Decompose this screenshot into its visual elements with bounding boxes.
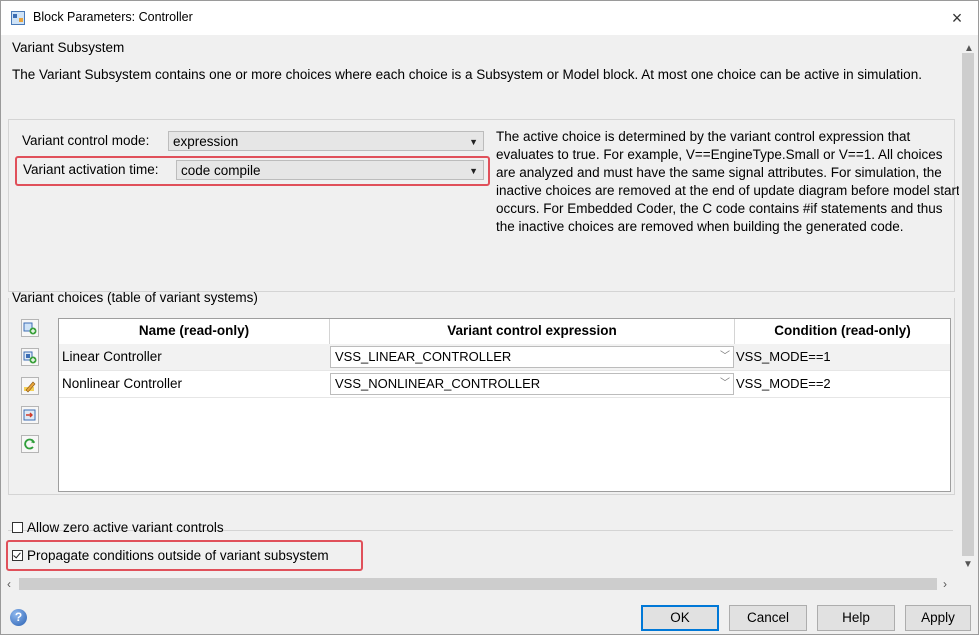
column-header-expression: Variant control expression (447, 323, 617, 338)
row-name: Nonlinear Controller (62, 376, 183, 391)
title-bar: Block Parameters: Controller × (1, 1, 978, 35)
table-row[interactable]: Nonlinear Controller VSS_NONLINEAR_CONTR… (59, 371, 950, 398)
scroll-left-icon[interactable]: ‹ (7, 577, 11, 591)
table-row[interactable]: Linear Controller VSS_LINEAR_CONTROLLER … (59, 344, 950, 371)
horizontal-scroll-thumb[interactable] (19, 578, 937, 590)
add-subsystem-choice-button[interactable] (21, 319, 39, 337)
ok-button[interactable]: OK (641, 605, 719, 631)
cancel-button[interactable]: Cancel (729, 605, 807, 631)
help-icon[interactable]: ? (10, 609, 27, 626)
allow-zero-checkbox[interactable] (12, 522, 23, 533)
vertical-scroll-thumb[interactable] (962, 53, 974, 556)
apply-button[interactable]: Apply (905, 605, 971, 631)
control-mode-value: expression (173, 134, 239, 149)
refresh-icon (24, 438, 35, 450)
window-title: Block Parameters: Controller (33, 10, 193, 24)
add-model-choice-icon (23, 351, 37, 364)
variant-choices-table: Name (read-only) Variant control express… (58, 318, 951, 492)
dialog-content: Variant Subsystem The Variant Subsystem … (1, 35, 960, 576)
horizontal-scrollbar[interactable]: ‹ › (1, 576, 959, 593)
help-text: The active choice is determined by the v… (496, 129, 960, 234)
row-condition: VSS_MODE==2 (736, 376, 831, 391)
description-text: The Variant Subsystem contains one or mo… (12, 67, 922, 82)
refresh-button[interactable] (21, 435, 39, 453)
column-header-name: Name (read-only) (138, 323, 250, 338)
control-mode-label: Variant control mode: (22, 133, 150, 148)
expression-dropdown[interactable]: VSS_LINEAR_CONTROLLER ﹀ (330, 346, 734, 368)
expression-value: VSS_LINEAR_CONTROLLER (335, 349, 512, 364)
open-choice-icon (23, 409, 36, 421)
open-choice-button[interactable] (21, 406, 39, 424)
button-bar: ? OK Cancel Help Apply (1, 593, 978, 634)
allow-zero-option[interactable]: Allow zero active variant controls (12, 520, 224, 535)
table-header: Name (read-only) Variant control express… (59, 319, 950, 345)
help-button[interactable]: Help (817, 605, 895, 631)
block-parameters-dialog: Block Parameters: Controller × Variant S… (0, 0, 979, 635)
column-divider (734, 319, 735, 344)
control-mode-dropdown[interactable]: expression ▼ (168, 131, 484, 151)
edit-choice-icon (24, 381, 36, 393)
row-condition: VSS_MODE==1 (736, 349, 831, 364)
edit-choice-button[interactable] (21, 377, 39, 395)
column-divider (329, 319, 330, 344)
chevron-down-icon: ﹀ (720, 378, 730, 389)
dropdown-arrow-icon: ▼ (469, 137, 478, 147)
expression-value: VSS_NONLINEAR_CONTROLLER (335, 376, 541, 391)
scroll-down-icon[interactable]: ▼ (963, 559, 973, 570)
highlight-box (6, 540, 363, 571)
expression-dropdown[interactable]: VSS_NONLINEAR_CONTROLLER ﹀ (330, 373, 734, 395)
close-button[interactable]: × (946, 7, 968, 29)
column-header-condition: Condition (read-only) (774, 323, 911, 338)
chevron-down-icon: ﹀ (720, 351, 730, 362)
section-title: Variant Subsystem (12, 40, 125, 55)
scroll-right-icon[interactable]: › (943, 577, 947, 591)
highlight-box (15, 156, 490, 186)
row-name: Linear Controller (62, 349, 162, 364)
allow-zero-label: Allow zero active variant controls (27, 520, 224, 535)
add-subsystem-choice-icon (23, 322, 37, 335)
add-model-choice-button[interactable] (21, 348, 39, 366)
simulink-block-icon (11, 11, 25, 25)
vertical-scrollbar[interactable]: ▲ ▼ (959, 35, 977, 576)
